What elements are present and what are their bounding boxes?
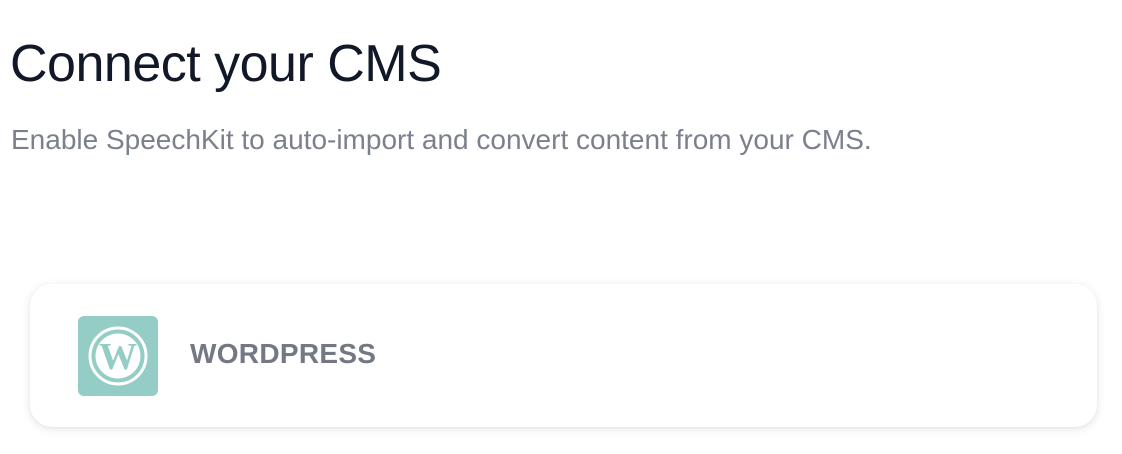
- cms-option-wordpress[interactable]: W WORDPRESS: [30, 284, 1097, 427]
- wordpress-icon: W: [78, 316, 158, 396]
- svg-text:W: W: [99, 336, 137, 378]
- page-title: Connect your CMS: [10, 35, 442, 93]
- page-subtitle: Enable SpeechKit to auto-import and conv…: [11, 124, 872, 155]
- cms-option-label: WORDPRESS: [190, 338, 377, 369]
